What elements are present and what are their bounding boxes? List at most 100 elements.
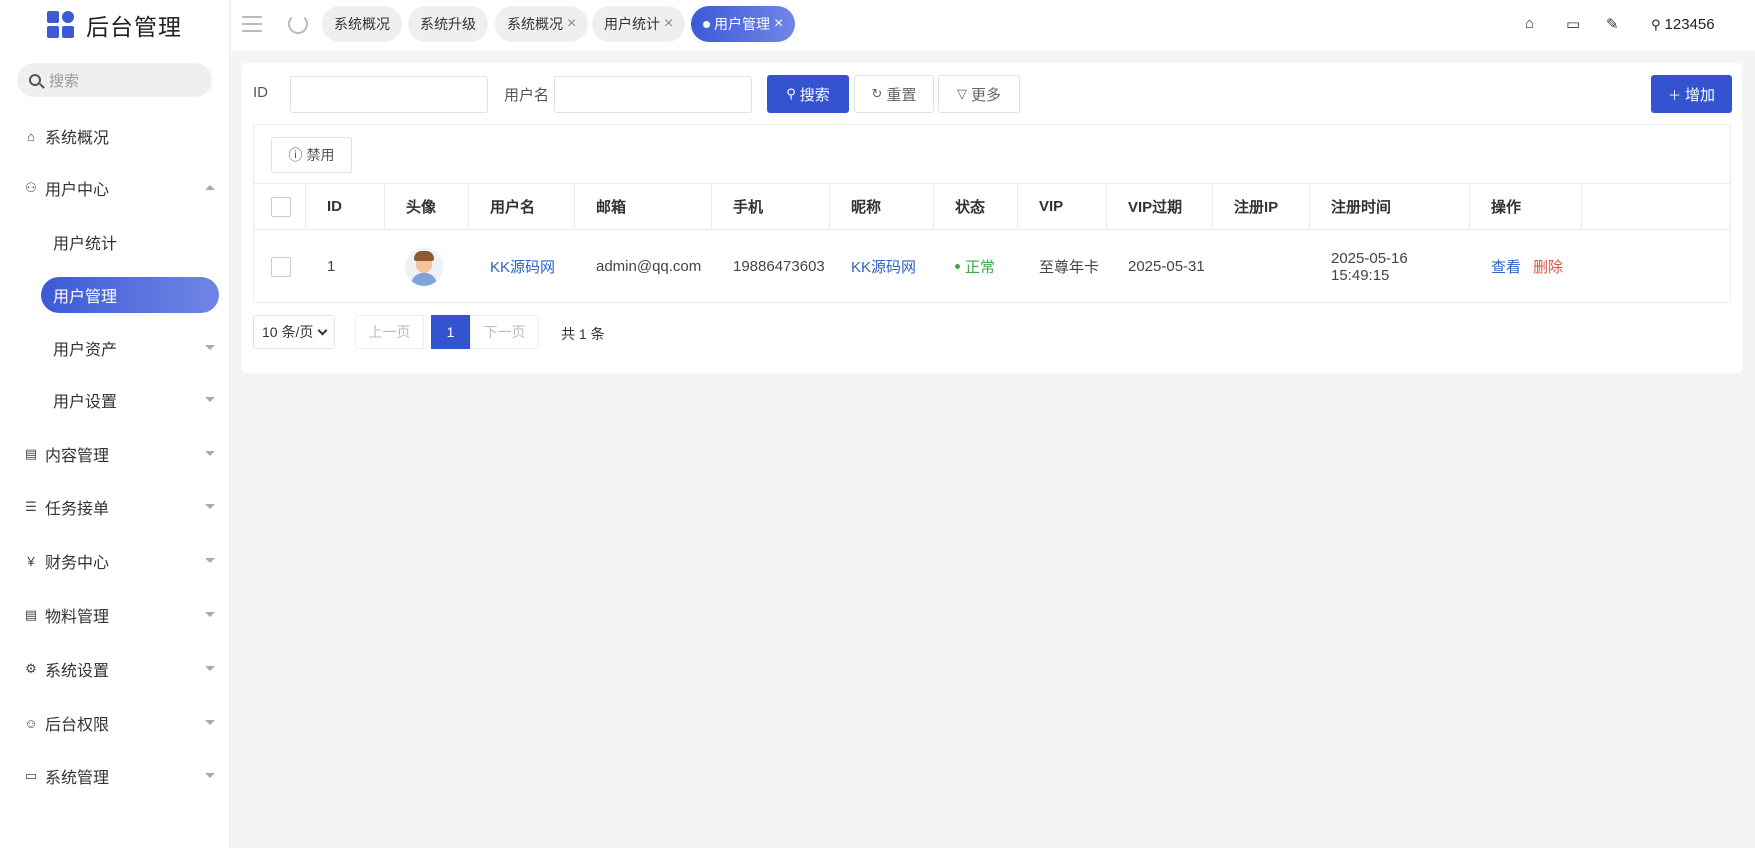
- status-badge: 正常: [955, 256, 995, 277]
- top-bar: 系统概况 系统升级 系统概况 × 用户统计 × 用户管理 × ⌂ ▭ ✎ ⚲ 1…: [231, 0, 1755, 50]
- home-icon[interactable]: ⌂: [1525, 15, 1534, 32]
- tab-label: 用户统计: [604, 16, 660, 32]
- search-icon: ⚲: [786, 86, 796, 101]
- column-header[interactable]: VIP过期: [1107, 184, 1213, 229]
- username: 123456: [1664, 16, 1715, 33]
- refresh-icon[interactable]: [288, 14, 308, 34]
- sidebar-subitem-user-stats[interactable]: 用户统计: [41, 224, 219, 260]
- close-icon[interactable]: ×: [567, 15, 576, 33]
- column-header[interactable]: 注册时间: [1310, 184, 1470, 229]
- close-icon[interactable]: ×: [664, 15, 673, 33]
- sidebar-search-input[interactable]: 搜索: [17, 63, 212, 97]
- row-checkbox[interactable]: [271, 256, 291, 277]
- page-size-value: 10 条/页: [262, 324, 314, 340]
- username-label: 用户名: [504, 87, 550, 104]
- sidebar-item-system-manage[interactable]: ▭ 系统管理: [0, 758, 230, 794]
- tab-label: 系统概况: [507, 16, 563, 32]
- sidebar-item-content[interactable]: ▤ 内容管理: [0, 436, 230, 472]
- user-menu[interactable]: ⚲ 123456: [1651, 16, 1715, 33]
- username-link[interactable]: KK源码网: [490, 256, 555, 277]
- column-header[interactable]: 昵称: [830, 184, 934, 229]
- cell-reg-time: 2025-05-16 15:49:15: [1331, 249, 1408, 284]
- users-icon: ⚇: [25, 180, 37, 195]
- column-header[interactable]: 邮箱: [575, 184, 712, 229]
- prev-page-button[interactable]: 上一页: [355, 315, 424, 349]
- id-input[interactable]: [290, 76, 488, 113]
- tab-upgrade[interactable]: 系统升级: [408, 6, 488, 42]
- reset-button[interactable]: ↻ 重置: [854, 75, 934, 113]
- column-header[interactable]: 注册IP: [1213, 184, 1310, 229]
- yen-icon: ¥: [27, 553, 35, 569]
- reset-button-label: 重置: [886, 86, 917, 104]
- column-header[interactable]: 手机: [712, 184, 830, 229]
- sidebar-item-finance[interactable]: ¥ 财务中心: [0, 543, 230, 579]
- more-button[interactable]: ▽ 更多: [938, 75, 1020, 113]
- sidebar-item-label: 后台权限: [45, 717, 110, 734]
- chevron-down-icon: [205, 720, 215, 725]
- search-button[interactable]: ⚲ 搜索: [767, 75, 849, 113]
- username-input[interactable]: [554, 76, 752, 113]
- menu-toggle-icon[interactable]: [242, 16, 262, 32]
- gear-icon: ⚙: [25, 661, 37, 676]
- cell-phone: 19886473603: [733, 258, 825, 275]
- view-button[interactable]: 查看: [1491, 256, 1521, 277]
- column-header[interactable]: 状态: [934, 184, 1018, 229]
- disable-button[interactable]: ⓘ 禁用: [271, 137, 352, 173]
- user-circle-icon: ☺: [24, 715, 38, 731]
- total-count: 共 1 条: [561, 326, 605, 342]
- file-icon: ▤: [24, 607, 38, 622]
- active-dot-icon: [703, 20, 710, 28]
- id-label: ID: [253, 84, 268, 101]
- sidebar-item-label: 任务接单: [45, 501, 110, 518]
- avatar[interactable]: [405, 247, 443, 286]
- next-page-button[interactable]: 下一页: [470, 315, 539, 349]
- tab-user-stats[interactable]: 用户统计 ×: [592, 6, 686, 42]
- sidebar-item-permissions[interactable]: ☺ 后台权限: [0, 705, 230, 741]
- monitor-icon[interactable]: ▭: [1566, 15, 1580, 33]
- sidebar-item-materials[interactable]: ▤ 物料管理: [0, 597, 230, 633]
- column-header[interactable]: VIP: [1018, 184, 1107, 229]
- add-button-label: 增加: [1685, 86, 1716, 104]
- sidebar-subitem-label: 用户设置: [53, 394, 118, 411]
- column-header[interactable]: ID: [306, 184, 385, 229]
- tab-label: 用户管理: [714, 16, 770, 32]
- sidebar-item-label: 财务中心: [45, 555, 110, 572]
- tab-overview[interactable]: 系统概况: [322, 6, 402, 42]
- user-table: ⓘ 禁用 ID 头像 用户名 邮箱 手机 昵称 状态 VIP VIP过期 注册I…: [253, 124, 1731, 303]
- sidebar-subitem-user-manage[interactable]: 用户管理: [41, 277, 219, 313]
- select-all-checkbox[interactable]: [271, 196, 291, 217]
- page-size-select[interactable]: 10 条/页: [253, 315, 335, 349]
- sidebar-search-placeholder: 搜索: [49, 72, 80, 90]
- sidebar-item-label: 系统概况: [45, 130, 110, 147]
- tools-icon[interactable]: ✎: [1606, 15, 1619, 33]
- search-button-label: 搜索: [799, 86, 830, 104]
- chevron-down-icon: [205, 345, 215, 350]
- page-1-button[interactable]: 1: [431, 315, 470, 349]
- filter-icon: ▽: [956, 86, 967, 101]
- table-header: ID 头像 用户名 邮箱 手机 昵称 状态 VIP VIP过期 注册IP 注册时…: [254, 183, 1730, 230]
- table-row[interactable]: 1 KK源码网 admin@qq.com 19886473603 KK源码网 正…: [254, 230, 1730, 303]
- status-dot-icon: [955, 264, 960, 269]
- chevron-down-icon: [205, 773, 215, 778]
- nickname-link[interactable]: KK源码网: [851, 256, 916, 277]
- sidebar-item-system-settings[interactable]: ⚙ 系统设置: [0, 651, 230, 687]
- chevron-down-icon: [205, 666, 215, 671]
- column-header[interactable]: 操作: [1470, 184, 1582, 229]
- add-button[interactable]: ＋ 增加: [1651, 75, 1732, 113]
- tab-user-manage[interactable]: 用户管理 ×: [691, 6, 796, 42]
- cell-nickname: KK源码网: [830, 230, 934, 303]
- sidebar-item-overview[interactable]: ⌂ 系统概况: [0, 118, 230, 154]
- sidebar-item-tasks[interactable]: ☰ 任务接单: [0, 489, 230, 525]
- close-icon[interactable]: ×: [774, 15, 783, 33]
- chevron-up-icon: [205, 185, 215, 190]
- sidebar-item-user-center[interactable]: ⚇ 用户中心: [0, 170, 230, 206]
- sidebar-subitem-user-assets[interactable]: 用户资产: [41, 330, 219, 366]
- sidebar-subitem-user-settings[interactable]: 用户设置: [41, 382, 219, 418]
- chevron-down-icon: [205, 397, 215, 402]
- column-header[interactable]: 头像: [385, 184, 469, 229]
- delete-button[interactable]: 删除: [1533, 256, 1563, 277]
- info-icon: ⓘ: [288, 147, 303, 163]
- column-header[interactable]: 用户名: [469, 184, 575, 229]
- sidebar-item-label: 系统设置: [45, 663, 110, 680]
- tab-overview-2[interactable]: 系统概况 ×: [495, 6, 589, 42]
